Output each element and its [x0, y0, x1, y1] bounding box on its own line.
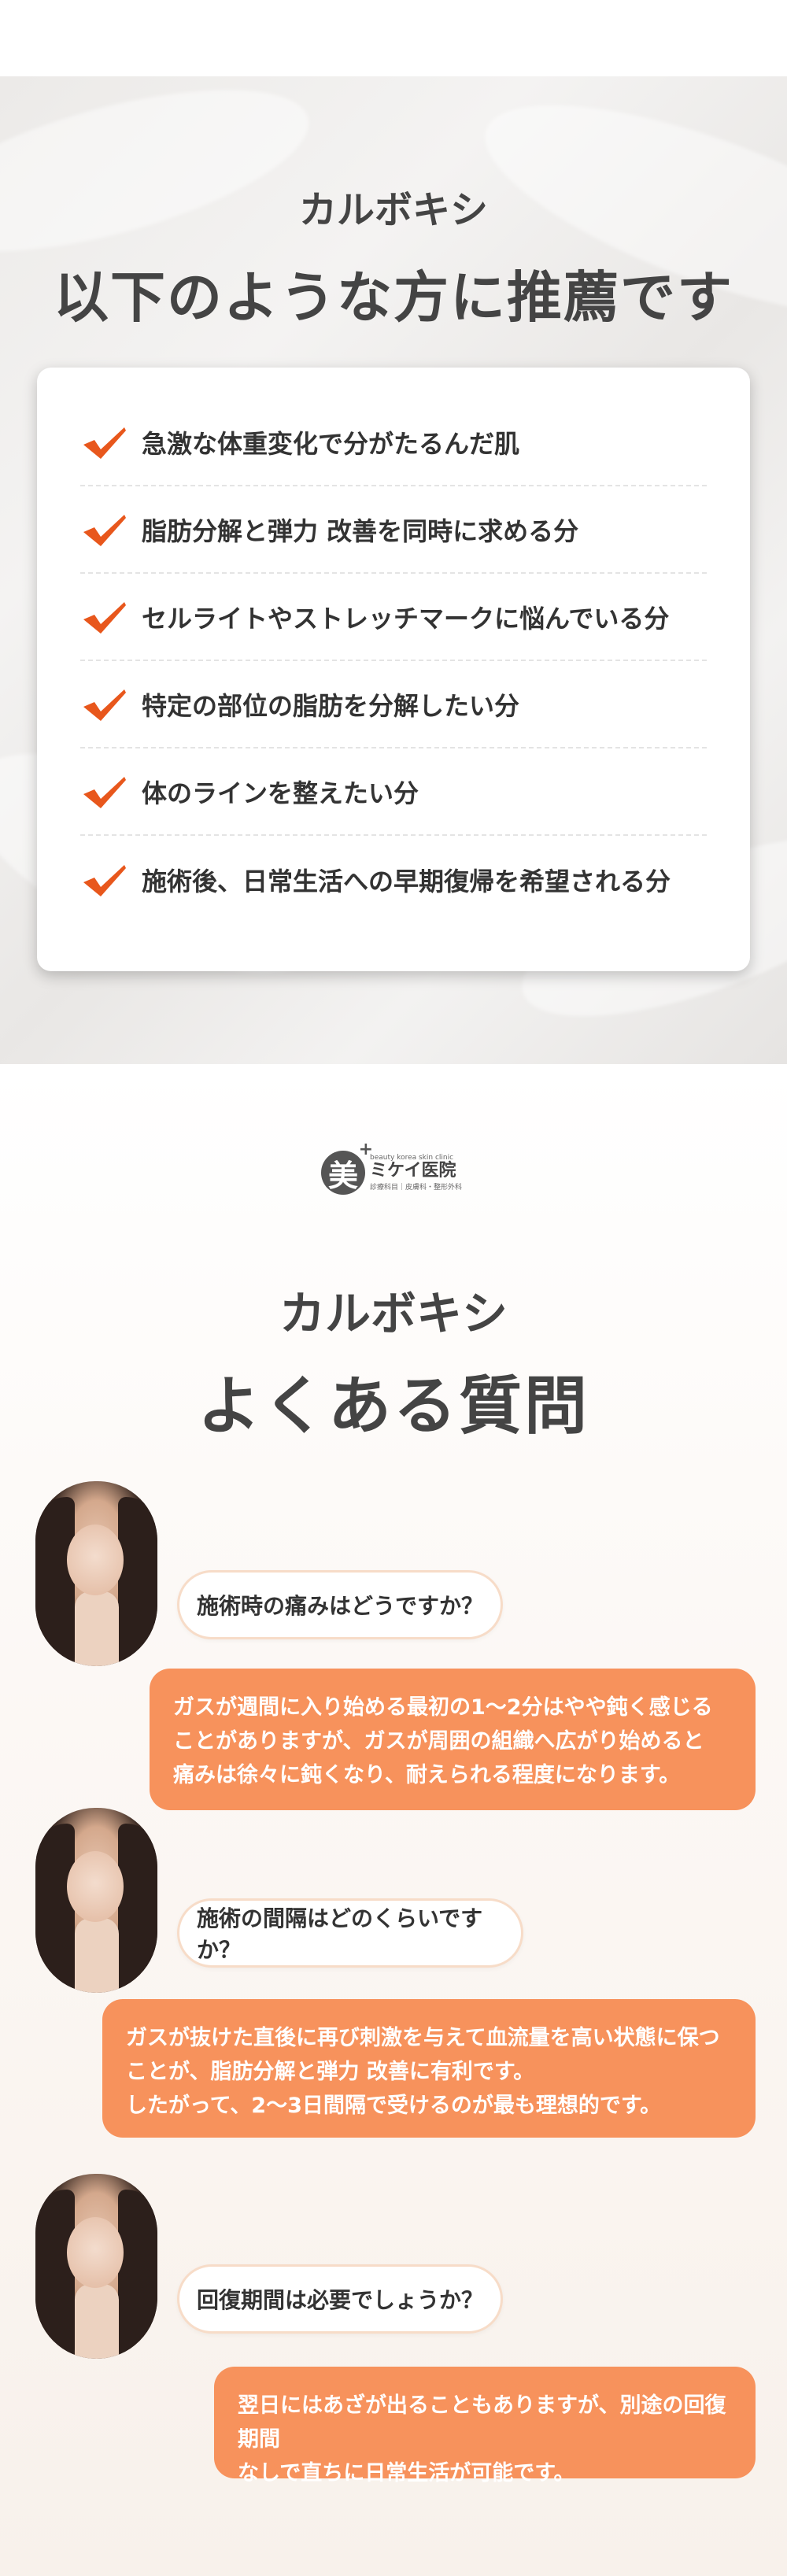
- answer-line: なしで直ちに日常生活が可能です。: [238, 2461, 575, 2486]
- logo-mark: 美 +: [321, 1140, 373, 1195]
- check-icon: [83, 776, 126, 808]
- answer-line: 翌日にはあざが出ることもありますが、別途の回復期間: [238, 2393, 726, 2452]
- clinic-logo: 美 + beauty korea skin clinic ミケイ医院 診療科目｜…: [321, 1140, 462, 1195]
- list-item: セルライトやストレッチマークに悩んでいる分: [80, 574, 707, 661]
- list-item: 急激な体重変化で分がたるんだ肌: [80, 399, 707, 486]
- list-item-label: 特定の部位の脂肪を分解したい分: [142, 690, 520, 721]
- question-bubble: 回復期間は必要でしょうか？: [177, 2264, 504, 2334]
- answer-line: 痛みは徐々に鈍くなり、耐えられる程度になります。: [173, 1763, 681, 1788]
- avatar: [35, 1808, 157, 1993]
- answer-bubble: ガスが週間に入り始める最初の1〜2分はやや鈍く感じる ことがありますが、ガスが周…: [150, 1669, 756, 1810]
- check-icon: [83, 689, 126, 721]
- answer-line: ガスが週間に入り始める最初の1〜2分はやや鈍く感じる: [173, 1695, 713, 1720]
- list-item-label: 施術後、日常生活への早期復帰を希望される分: [142, 866, 671, 896]
- check-icon: [83, 427, 126, 459]
- section-subtitle: カルボキシ: [298, 188, 488, 232]
- list-item-label: 急激な体重変化で分がたるんだ肌: [142, 428, 520, 459]
- question-bubble: 施術の間隔はどのくらいですか？: [177, 1898, 523, 1968]
- check-icon: [83, 514, 126, 546]
- avatar: [35, 1481, 157, 1666]
- list-item: 施術後、日常生活への早期復帰を希望される分: [80, 836, 707, 923]
- answer-line: ガスが抜けた直後に再び刺激を与えて血流量を高い状態に保つ: [126, 2026, 720, 2050]
- section-title: よくある質問: [198, 1369, 589, 1443]
- section-title: 以下のような方に推薦です: [54, 265, 733, 330]
- answer-line: したがって、2〜3日間隔で受けるのが最も理想的です。: [126, 2094, 662, 2119]
- answer-bubble: ガスが抜けた直後に再び刺激を与えて血流量を高い状態に保つ ことが、脂肪分解と弾力…: [102, 1999, 756, 2138]
- recommendation-card: 急激な体重変化で分がたるんだ肌 脂肪分解と弾力 改善を同時に求める分 セルライト…: [37, 368, 750, 971]
- list-item-label: 体のラインを整えたい分: [142, 778, 419, 808]
- top-spacer: [0, 0, 787, 76]
- list-item: 体のラインを整えたい分: [80, 748, 707, 836]
- logo-name: ミケイ医院: [370, 1161, 456, 1181]
- check-icon: [83, 864, 126, 896]
- list-item: 脂肪分解と弾力 改善を同時に求める分: [80, 486, 707, 574]
- list-item: 特定の部位の脂肪を分解したい分: [80, 661, 707, 748]
- section-subtitle: カルボキシ: [279, 1287, 508, 1340]
- answer-line: ことが、脂肪分解と弾力 改善に有利です。: [126, 2060, 535, 2085]
- answer-bubble: 翌日にはあざが出ることもありますが、別途の回復期間 なしで直ちに日常生活が可能で…: [214, 2367, 756, 2485]
- list-item-label: 脂肪分解と弾力 改善を同時に求める分: [142, 516, 579, 546]
- recommendation-section: カルボキシ 以下のような方に推薦です 急激な体重変化で分がたるんだ肌 脂肪分解と…: [0, 76, 787, 1064]
- faq-section: 美 + beauty korea skin clinic ミケイ医院 診療科目｜…: [0, 1064, 787, 2576]
- logo-departments: 診療科目｜皮膚科・整形外科: [370, 1183, 463, 1192]
- logo-text: beauty korea skin clinic ミケイ医院 診療科目｜皮膚科・…: [370, 1154, 462, 1191]
- avatar: [35, 2174, 157, 2359]
- logo-plus: +: [358, 1140, 373, 1159]
- logo-mark-glyph: 美: [327, 1158, 358, 1193]
- answer-line: ことがありますが、ガスが周囲の組織へ広がり始めると: [173, 1729, 704, 1754]
- list-item-label: セルライトやストレッチマークに悩んでいる分: [142, 603, 670, 634]
- question-bubble: 施術時の痛みはどうですか？: [177, 1570, 504, 1639]
- check-icon: [83, 601, 126, 634]
